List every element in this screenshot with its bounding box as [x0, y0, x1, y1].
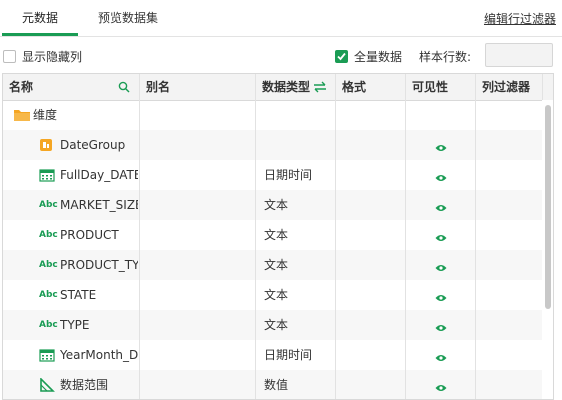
field-name: MARKET_SIZE [60, 198, 138, 212]
column-divider [335, 74, 336, 399]
column-header-column-filter[interactable]: 列过滤器 [476, 74, 530, 100]
column-divider [139, 74, 140, 399]
abc-text-icon: Abc [39, 290, 58, 300]
table-row[interactable]: Abc MARKET_SIZE 文本 [3, 190, 543, 220]
eye-icon[interactable] [435, 231, 447, 245]
field-name: TYPE [60, 318, 90, 332]
eye-icon[interactable] [435, 201, 447, 215]
table-row[interactable]: Abc TYPE 文本 [3, 310, 543, 340]
field-data-type[interactable]: 文本 [264, 190, 288, 220]
table-row[interactable]: Abc STATE 文本 [3, 280, 543, 310]
eye-icon[interactable] [435, 141, 447, 155]
field-data-type[interactable]: 文本 [264, 280, 288, 310]
field-name: STATE [60, 288, 97, 302]
table-row[interactable]: 数据范围 数值 [3, 370, 543, 399]
show-hidden-checkbox[interactable] [3, 50, 16, 63]
column-header-data-type[interactable]: 数据类型 [256, 74, 310, 100]
field-data-type[interactable]: 数值 [264, 370, 288, 399]
field-data-type[interactable]: 文本 [264, 220, 288, 250]
sample-rows-input[interactable] [485, 43, 553, 67]
table-row[interactable]: DateGroup [3, 130, 543, 160]
swap-icon[interactable] [313, 81, 327, 93]
table-row[interactable]: AbcPRODUCT_TYPE 文本 [3, 250, 543, 280]
check-icon [337, 52, 346, 61]
group-row[interactable]: 维度 [3, 100, 543, 130]
abc-text-icon: Abc [39, 260, 58, 270]
metadata-grid: 名称 别名 数据类型 格式 可见性 列过滤器 维度 DateGroup FullDa… [2, 73, 554, 400]
field-data-type[interactable]: 日期时间 [264, 160, 312, 190]
field-data-type[interactable]: 文本 [264, 250, 288, 280]
full-data-label: 全量数据 [354, 50, 403, 64]
tab-metadata[interactable]: 元数据 [22, 9, 58, 26]
field-data-type[interactable]: 文本 [264, 310, 288, 340]
eye-icon[interactable] [435, 321, 447, 335]
edit-row-filter-link[interactable]: 编辑行过滤器 [484, 10, 556, 27]
abc-text-icon: Abc [39, 200, 58, 210]
eye-icon[interactable] [435, 351, 447, 365]
field-name: 维度 [33, 108, 58, 122]
table-row[interactable]: FullDay_DATE 日期时间 [3, 160, 543, 190]
table-row[interactable]: YearMonth_DATE 日期时间 [3, 340, 543, 370]
field-name: DateGroup [60, 138, 126, 152]
abc-text-icon: Abc [39, 320, 58, 330]
date-group-icon [39, 138, 53, 155]
full-data-checkbox[interactable] [335, 50, 348, 63]
column-header-format[interactable]: 格式 [336, 74, 366, 100]
column-header-visibility[interactable]: 可见性 [406, 74, 448, 100]
eye-icon[interactable] [435, 291, 447, 305]
calendar-icon [39, 168, 55, 185]
show-hidden-label: 显示隐藏列 [22, 50, 83, 64]
abc-text-icon: Abc [39, 230, 58, 240]
range-icon [39, 377, 55, 395]
column-divider [475, 74, 476, 399]
column-divider [405, 74, 406, 399]
column-header-alias[interactable]: 别名 [140, 74, 170, 100]
search-icon[interactable] [118, 81, 130, 93]
field-name: FullDay_DATE [60, 168, 138, 182]
active-tab-indicator [2, 33, 78, 36]
sample-rows-label: 样本行数: [419, 50, 472, 64]
tab-preview-dataset[interactable]: 预览数据集 [98, 9, 158, 26]
vertical-scrollbar[interactable] [542, 100, 553, 399]
eye-icon[interactable] [435, 381, 447, 395]
tab-bar: 元数据 预览数据集 编辑行过滤器 [0, 0, 562, 37]
field-name: PRODUCT [60, 228, 119, 242]
field-name: 数据范围 [60, 378, 109, 392]
field-name: PRODUCT_TYPE [60, 258, 138, 272]
toolbar: 显示隐藏列 全量数据 样本行数: [0, 40, 562, 72]
eye-icon[interactable] [435, 171, 447, 185]
calendar-icon [39, 348, 55, 365]
column-divider [255, 74, 256, 399]
folder-icon [13, 108, 31, 125]
table-row[interactable]: Abc PRODUCT 文本 [3, 220, 543, 250]
eye-icon[interactable] [435, 261, 447, 275]
field-data-type[interactable]: 日期时间 [264, 340, 312, 370]
grid-header: 名称 别名 数据类型 格式 可见性 列过滤器 [3, 74, 553, 101]
field-name: YearMonth_DATE [60, 348, 138, 362]
scrollbar-thumb[interactable] [545, 105, 551, 309]
